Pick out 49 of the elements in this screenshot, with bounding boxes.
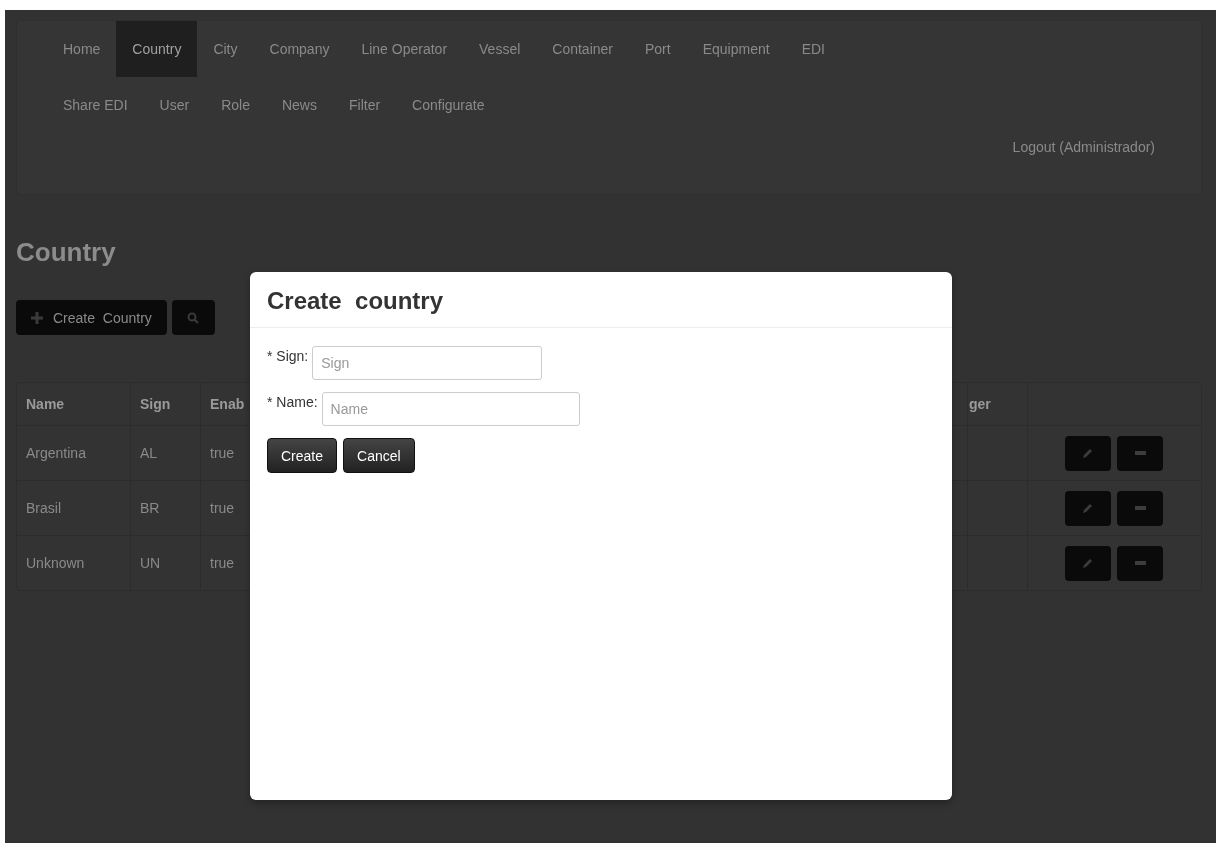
table-cell: BR (130, 480, 200, 535)
nav-link[interactable]: Line Operator (345, 21, 464, 77)
field-label: * Sign: (267, 347, 309, 364)
text-field[interactable]: Sign (312, 346, 543, 380)
text-field[interactable]: Name (321, 392, 580, 426)
minus-icon (1134, 561, 1146, 565)
table-cell: Brasil (17, 480, 130, 535)
nav-link[interactable]: Home (47, 21, 117, 77)
edit-button[interactable] (1065, 435, 1111, 471)
column-header: ger (967, 383, 1027, 425)
table-cell: Unknown (17, 535, 130, 590)
nav-link[interactable]: Port (629, 21, 687, 77)
dialog-title: Create country (267, 286, 444, 316)
nav-link[interactable]: Configurate (396, 77, 501, 133)
dialog-button[interactable]: Create (267, 438, 338, 473)
plus-icon (31, 311, 43, 324)
nav-link[interactable]: News (265, 77, 333, 133)
nav-link[interactable]: Filter (332, 77, 397, 133)
column-header: Name (25, 395, 66, 414)
nav-link[interactable]: EDI (785, 21, 841, 77)
pencil-icon (1082, 447, 1094, 459)
nav-link[interactable]: User (143, 77, 206, 133)
minus-icon (1134, 451, 1146, 455)
minus-icon (1134, 506, 1146, 510)
search-button[interactable] (171, 300, 215, 335)
logout-link[interactable]: Logout (Administrador) (996, 139, 1171, 156)
remove-button[interactable] (1117, 490, 1163, 526)
search-icon (187, 311, 200, 324)
nav-link[interactable]: Share EDI (47, 77, 144, 133)
nav-link[interactable]: Vessel (463, 21, 537, 77)
nav-link[interactable]: City (197, 21, 254, 77)
nav-link[interactable]: Role (205, 77, 266, 133)
nav-link[interactable]: Company (253, 21, 346, 77)
page-title: Country (16, 236, 117, 267)
table-cell: Argentina (17, 425, 130, 480)
pencil-icon (1082, 502, 1094, 514)
nav-link[interactable]: Country (116, 21, 198, 77)
edit-button[interactable] (1065, 545, 1111, 581)
create-country-button[interactable]: Create Country (16, 300, 167, 335)
remove-button[interactable] (1117, 435, 1163, 471)
remove-button[interactable] (1117, 545, 1163, 581)
table-cell: UN (130, 535, 200, 590)
nav-link[interactable]: Container (536, 21, 629, 77)
table-cell: AL (130, 425, 200, 480)
pencil-icon (1082, 557, 1094, 569)
nav-link[interactable]: Equipment (686, 21, 786, 77)
column-header: Sign (130, 383, 200, 425)
edit-button[interactable] (1065, 490, 1111, 526)
dialog-button[interactable]: Cancel (343, 438, 415, 473)
